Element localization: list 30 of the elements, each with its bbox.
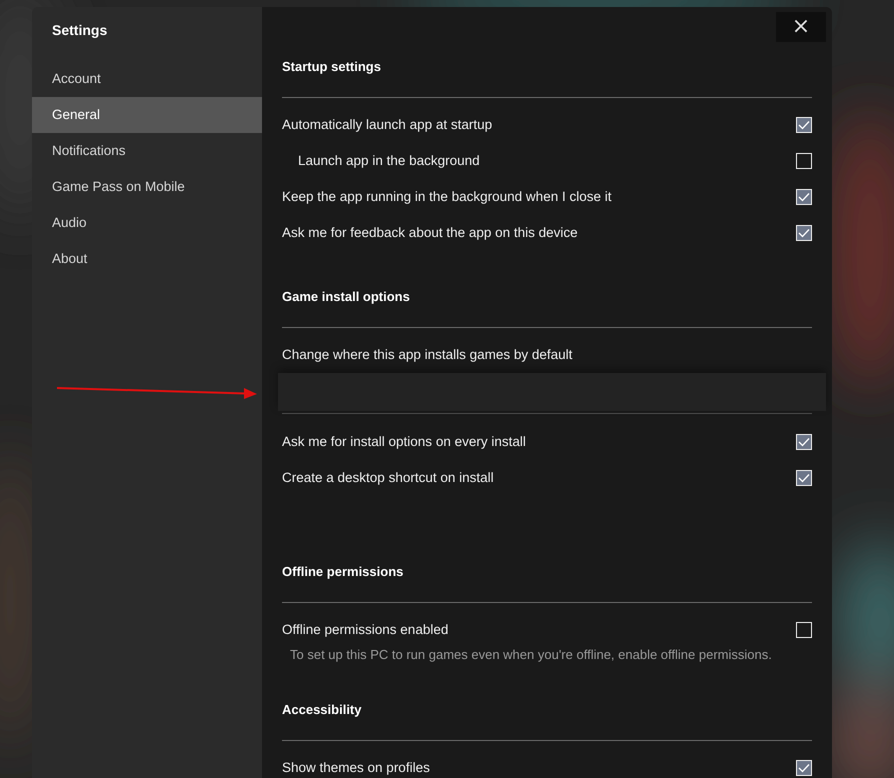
checkbox[interactable] xyxy=(796,434,812,450)
sidebar-title: Settings xyxy=(51,21,108,40)
checkbox[interactable] xyxy=(796,760,812,776)
sidebar-item[interactable]: Game Pass on Mobile xyxy=(32,169,262,205)
section-heading: Game install options xyxy=(282,287,812,328)
setting-label: Keep the app running in the background when I close it xyxy=(282,189,612,205)
section-heading: Startup settings xyxy=(282,57,812,98)
checkbox[interactable] xyxy=(796,225,812,241)
sidebar-item[interactable]: Audio xyxy=(32,205,262,241)
setting-label: Automatically launch app at startup xyxy=(282,117,492,133)
close-button[interactable]: × xyxy=(776,12,826,42)
checkbox[interactable] xyxy=(796,622,812,638)
sidebar-item[interactable]: About xyxy=(32,241,262,277)
setting-label: Show themes on profiles xyxy=(282,760,430,776)
checkbox[interactable] xyxy=(796,117,812,133)
setting-label: Change where this app installs games by default xyxy=(282,347,572,363)
setting-label: Create a desktop shortcut on install xyxy=(282,470,494,486)
sidebar-item[interactable]: General xyxy=(32,97,262,133)
setting-description: To set up this PC to run games even when you're offline, enable offline permissions. xyxy=(289,646,773,664)
checkbox[interactable] xyxy=(796,153,812,169)
sidebar-item[interactable]: Account xyxy=(32,61,262,97)
setting-label: Ask me for install options on every install xyxy=(282,434,526,450)
setting-label: Launch app in the background xyxy=(298,153,480,169)
sidebar-item[interactable]: Notifications xyxy=(32,133,262,169)
setting-label: Offline permissions enabled xyxy=(282,622,448,638)
section-heading: Offline permissions xyxy=(282,562,812,603)
checkbox[interactable] xyxy=(796,470,812,486)
section-heading: Accessibility xyxy=(282,700,812,741)
checkbox[interactable] xyxy=(796,189,812,205)
setting-label: Ask me for feedback about the app on this device xyxy=(282,225,578,241)
